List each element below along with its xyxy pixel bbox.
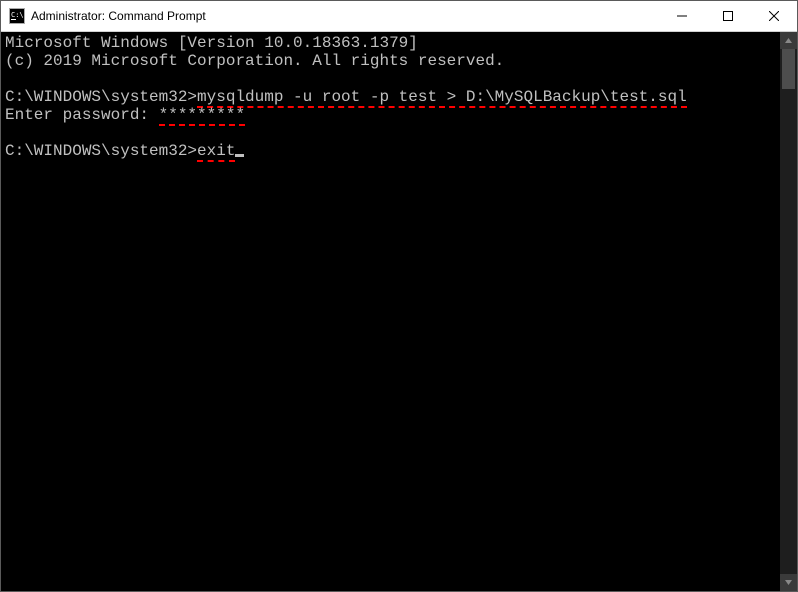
terminal-output[interactable]: Microsoft Windows [Version 10.0.18363.13… (1, 32, 780, 591)
app-window: C:\ Administrator: Command Prompt Micros… (0, 0, 798, 592)
scrollbar-track[interactable] (780, 49, 797, 574)
command-1: mysqldump -u root -p test > D:\MySQLBack… (197, 88, 687, 108)
scroll-down-button[interactable] (780, 574, 797, 591)
minimize-button[interactable] (659, 1, 705, 31)
enter-password-label: Enter password: (5, 106, 159, 124)
titlebar[interactable]: C:\ Administrator: Command Prompt (1, 1, 797, 32)
chevron-up-icon (784, 36, 793, 45)
cmd-icon: C:\ (9, 8, 25, 24)
password-mask: ********* (159, 106, 245, 126)
close-icon (769, 11, 779, 21)
command-2: exit (197, 142, 235, 162)
maximize-icon (723, 11, 733, 21)
scrollbar-thumb[interactable] (782, 49, 795, 89)
prompt-2-path: C:\WINDOWS\system32> (5, 142, 197, 160)
scroll-up-button[interactable] (780, 32, 797, 49)
prompt-1-path: C:\WINDOWS\system32> (5, 88, 197, 106)
banner-line-2: (c) 2019 Microsoft Corporation. All righ… (5, 52, 504, 70)
svg-text:C:\: C:\ (11, 11, 24, 19)
vertical-scrollbar[interactable] (780, 32, 797, 591)
minimize-icon (677, 11, 687, 21)
client-area: Microsoft Windows [Version 10.0.18363.13… (1, 32, 797, 591)
close-button[interactable] (751, 1, 797, 31)
text-cursor (235, 154, 244, 157)
window-title: Administrator: Command Prompt (31, 9, 206, 23)
maximize-button[interactable] (705, 1, 751, 31)
banner-line-1: Microsoft Windows [Version 10.0.18363.13… (5, 34, 418, 52)
chevron-down-icon (784, 578, 793, 587)
